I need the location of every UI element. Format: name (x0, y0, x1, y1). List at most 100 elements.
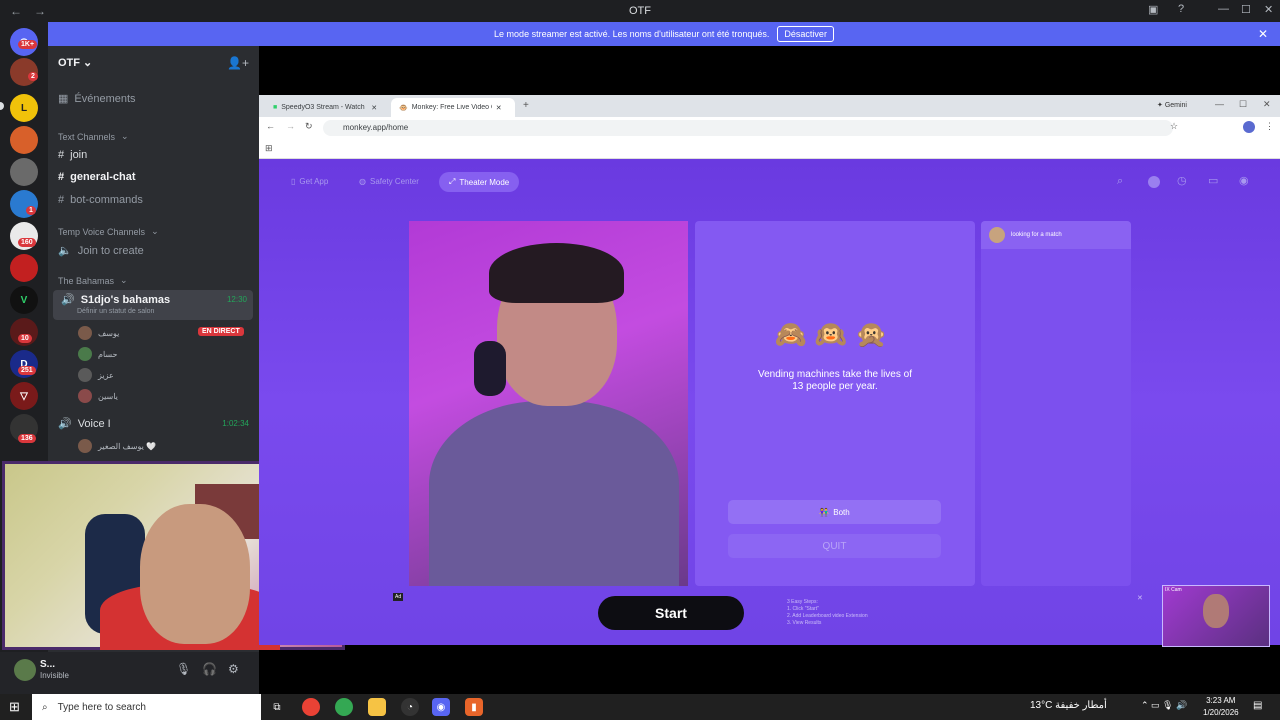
channel-general-chat[interactable]: # general-chat (58, 171, 136, 183)
tab-speedy[interactable]: ■SpeedyO3 Stream - Watch Live ✕ (265, 98, 389, 117)
safety-center-link[interactable]: ◍ Safety Center (359, 177, 419, 186)
banner-close-icon[interactable]: ✕ (1258, 27, 1268, 41)
server-icon[interactable]: V (10, 286, 38, 314)
search-icon: ⌕ (42, 701, 48, 713)
gemini-button[interactable]: ✦ Gemini (1157, 101, 1187, 109)
start-button[interactable]: Start (598, 596, 744, 630)
star-icon[interactable]: ☆ (1170, 121, 1178, 132)
maximize-icon[interactable]: ☐ (1241, 3, 1251, 16)
user-name: يوسف (98, 328, 120, 338)
avatar (78, 439, 92, 453)
server-icon[interactable] (10, 126, 38, 154)
back-icon[interactable]: ← (266, 121, 275, 131)
events-link[interactable]: ▦ Événements (58, 92, 136, 106)
forward-icon[interactable]: → (286, 121, 295, 131)
taskbar-search[interactable]: ⌕ Type here to search (32, 694, 261, 720)
discord-icon[interactable]: ◉ (432, 698, 450, 716)
task-view-icon[interactable]: ⧉ (268, 698, 286, 716)
profile-icon[interactable] (1243, 121, 1255, 133)
theater-mode-button[interactable]: ⤢ Theater Mode (439, 172, 520, 192)
channel-bot-commands[interactable]: # bot-commands (58, 194, 143, 206)
profile-icon[interactable]: ◉ (1239, 174, 1249, 187)
channel-voice-1[interactable]: 🔊 Voice I (58, 417, 111, 431)
step-line: 3 Easy Steps: (787, 599, 818, 605)
get-app-link[interactable]: ▯ Get App (291, 177, 328, 186)
disable-streamer-button[interactable]: Désactiver (777, 26, 834, 42)
match-status: looking for a match (981, 221, 1131, 249)
channel-join[interactable]: # join (58, 149, 87, 161)
user-name: عزيز (98, 370, 114, 380)
add-member-icon[interactable]: 👤+ (227, 56, 249, 70)
ad-steps[interactable]: 3 Easy Steps: 1. Click "Start" 2. Add Le… (787, 599, 868, 627)
avatar[interactable] (14, 659, 36, 681)
apps-icon[interactable]: ⊞ (265, 143, 273, 154)
tray-icons[interactable]: ⌃ ▭ 🎙 🔊 (1141, 700, 1187, 711)
server-icon[interactable]: ▽ (10, 382, 38, 410)
search-icon[interactable]: ⌕ (1117, 175, 1123, 188)
people-icon: 👫 (819, 507, 830, 517)
close-icon[interactable]: ✕ (1264, 3, 1273, 16)
chrome-icon[interactable] (335, 698, 353, 716)
settings-icon[interactable]: ⚙ (228, 662, 239, 676)
windows-start-icon[interactable]: ⊞ (9, 699, 20, 715)
vc-status[interactable]: Définir un statut de salon (77, 308, 154, 315)
channel-join-to-create[interactable]: 🔈 Join to create (58, 244, 144, 258)
banner-text: Le mode streamer est activé. Les noms d'… (494, 29, 770, 39)
chat-icon[interactable]: ▭ (1208, 174, 1218, 187)
menu-icon[interactable]: ⋮ (1265, 121, 1274, 132)
tab-monkey[interactable]: 🐵Monkey: Free Live Video Chat ✕ (391, 98, 515, 117)
new-tab-icon[interactable]: + (523, 100, 529, 111)
nav-label: Theater Mode (459, 177, 510, 187)
voice-user[interactable]: عزيز (78, 368, 114, 382)
file-icon[interactable]: ▮ (465, 698, 483, 716)
active-voice-channel[interactable]: 🔊 S1djo's bahamas 12:30 Définir un statut… (53, 290, 253, 320)
text-category[interactable]: Text Channels ⌄ (58, 131, 129, 142)
phone-icon: ▯ (291, 177, 296, 186)
server-icon[interactable] (10, 254, 38, 282)
headphones-icon[interactable]: 🎧 (202, 662, 217, 676)
nav-label: Get App (299, 177, 329, 186)
folder-icon[interactable] (368, 698, 386, 716)
microphone-icon[interactable]: 🎙 (176, 662, 191, 676)
voice-user[interactable]: يوسف الصغير 🤍 (78, 439, 156, 453)
tab-strip: ■SpeedyO3 Stream - Watch Live ✕ 🐵Monkey: … (259, 95, 1280, 117)
weather-widget[interactable]: 13°C أمطار خفيفة (1030, 700, 1107, 711)
temp-voice-category[interactable]: Temp Voice Channels ⌄ (58, 226, 159, 237)
vc-title-row: 🔊 S1djo's bahamas (61, 293, 171, 307)
globe-icon[interactable] (1148, 176, 1160, 188)
server-icon[interactable] (10, 158, 38, 186)
close-icon[interactable]: ✕ (1263, 99, 1271, 110)
app-icon[interactable]: ◔ (401, 698, 419, 716)
headphones (474, 341, 506, 396)
help-icon[interactable]: ? (1178, 3, 1184, 15)
server-badge: 2 (28, 72, 38, 81)
history-icon[interactable]: ◷ (1177, 174, 1187, 187)
speaker-icon: 🔊 (61, 294, 75, 306)
tab-close-icon[interactable]: ✕ (496, 104, 502, 112)
ad-close-icon[interactable]: ✕ (1137, 594, 1143, 602)
gender-both-button[interactable]: 👫 Both (728, 500, 941, 524)
system-clock[interactable]: 3:23 AM 1/20/2026 (1203, 695, 1239, 719)
quit-button[interactable]: QUIT (728, 534, 941, 558)
server-icon[interactable]: L (10, 94, 38, 122)
minimize-icon[interactable]: — (1215, 99, 1224, 109)
tab-close-icon[interactable]: ✕ (371, 104, 377, 112)
channel-label: join (70, 149, 88, 161)
inbox-icon[interactable]: ▣ (1148, 3, 1158, 16)
url-input[interactable]: monkey.app/home (323, 120, 1173, 136)
voice-user[interactable]: ياسين (78, 389, 118, 403)
vc-name: S1djo's bahamas (80, 293, 171, 306)
server-name[interactable]: OTF ⌄ (58, 56, 92, 69)
voice-user[interactable]: يوسف (78, 326, 119, 340)
monkey-icon: 🐵 (399, 104, 408, 112)
maximize-icon[interactable]: ☐ (1239, 99, 1247, 110)
person-hair (489, 243, 624, 303)
category-label: The Bahamas (58, 275, 115, 286)
voice-user[interactable]: حسام (78, 347, 117, 361)
clock-date: 1/20/2026 (1203, 708, 1239, 717)
notification-icon[interactable]: ▤ (1253, 700, 1262, 711)
minimize-icon[interactable]: — (1218, 3, 1229, 15)
chrome-icon[interactable] (302, 698, 320, 716)
reload-icon[interactable]: ↻ (305, 121, 313, 132)
bahamas-category[interactable]: The Bahamas ⌄ (58, 275, 128, 286)
